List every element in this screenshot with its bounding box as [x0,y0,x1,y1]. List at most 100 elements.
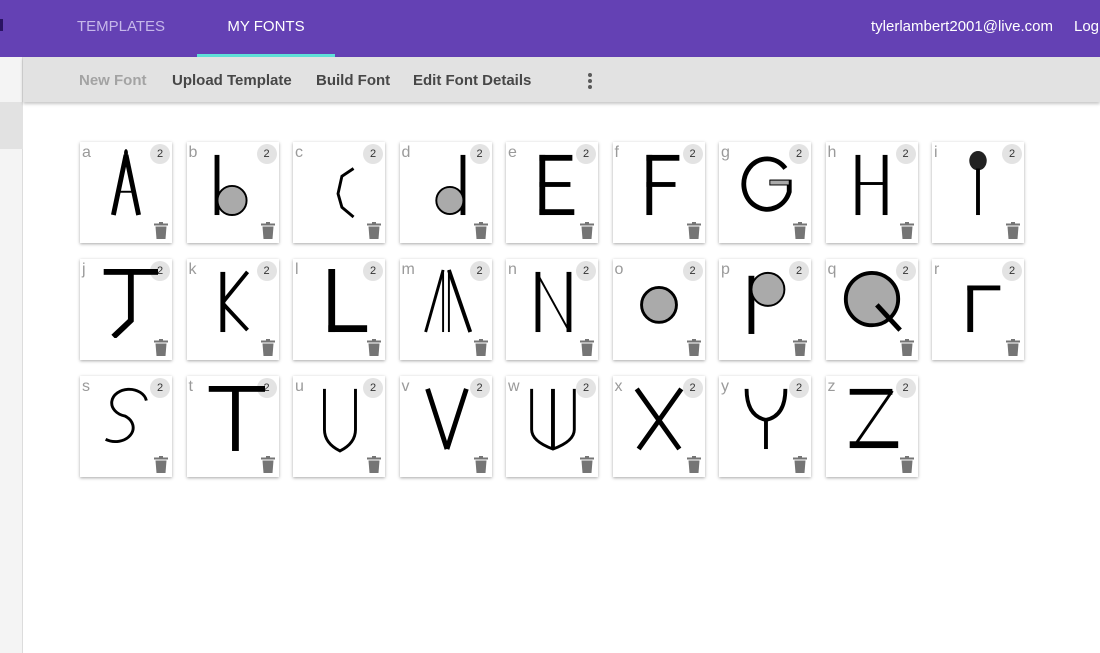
delete-icon[interactable] [260,339,275,356]
build-font-button[interactable]: Build Font [316,57,390,105]
glyph-label: i [934,144,938,161]
delete-icon[interactable] [473,456,488,473]
glyph-image-t [208,386,265,451]
delete-icon[interactable] [260,222,275,239]
glyph-label: h [827,144,837,161]
glyph-image-z [849,388,898,449]
more-vert-icon[interactable] [581,72,599,90]
glyph-grid: a2b2c2d2e2f2g2h2i2 j2k2l2m2n2o2p2q2r2 s2t2… [80,142,1040,482]
glyph-card-l[interactable]: l2 [293,259,385,360]
glyph-card-c[interactable]: c2 [293,142,385,243]
logout-link[interactable]: Log [1074,0,1099,54]
new-font-button[interactable]: New Font [79,57,147,105]
glyph-image-e [539,154,575,216]
tab-my-fonts-label: MY FONTS [227,18,305,35]
glyph-card-g[interactable]: g2 [719,142,811,243]
tab-templates[interactable]: TEMPLATES [60,0,182,57]
glyph-card-o[interactable]: o2 [612,259,705,360]
delete-icon[interactable] [899,339,914,356]
glyph-label: l [295,261,299,278]
glyph-card-q[interactable]: q2 [825,259,918,360]
glyph-card-u[interactable]: u2 [293,376,385,477]
delete-icon[interactable] [154,222,168,239]
glyph-image-v [424,388,469,450]
glyph-card-n[interactable]: n2 [506,259,598,360]
glyph-image-c [336,167,355,219]
delete-icon[interactable] [793,456,807,473]
delete-icon[interactable] [367,456,381,473]
glyph-card-d[interactable]: d2 [399,142,492,243]
glyph-label: k [188,261,197,278]
glyph-label: y [721,378,729,395]
tab-my-fonts[interactable]: MY FONTS [197,0,335,57]
glyph-image-n [535,271,572,333]
delete-icon[interactable] [899,456,914,473]
delete-icon[interactable] [899,222,914,239]
glyph-image-s [104,387,148,444]
glyph-label: n [508,261,517,278]
app-bar: TEMPLATES MY FONTS tylerlambert2001@live… [0,0,1100,57]
glyph-image-i [969,151,987,216]
upload-template-button[interactable]: Upload Template [172,57,292,105]
glyph-label: r [934,261,940,278]
glyph-image-x [634,387,683,451]
delete-icon[interactable] [367,339,381,356]
side-nav-selected-item[interactable] [0,102,23,149]
edit-font-details-button[interactable]: Edit Font Details [413,57,531,105]
glyph-card-k[interactable]: k2 [186,259,279,360]
glyph-card-a[interactable]: a2 [80,142,172,243]
glyph-image-f [645,154,679,216]
glyph-image-m [423,269,472,333]
delete-icon[interactable] [686,222,701,239]
glyph-card-z[interactable]: z2 [825,376,918,477]
glyph-image-w [530,388,576,451]
delete-icon[interactable] [473,339,488,356]
glyph-label: e [508,144,517,161]
glyph-label: g [721,144,730,161]
toolbar: New Font Upload Template Build Font Edit… [23,57,1100,102]
delete-icon[interactable] [1006,339,1020,356]
glyph-label: s [82,378,90,395]
glyph-card-y[interactable]: y2 [719,376,811,477]
glyph-card-e[interactable]: e2 [506,142,598,243]
glyph-card-f[interactable]: f2 [612,142,705,243]
glyph-label: j [82,261,86,278]
delete-icon[interactable] [686,339,701,356]
glyph-label: u [295,378,304,395]
user-email: tylerlambert2001@live.com [871,18,1053,35]
glyph-card-p[interactable]: p2 [719,259,811,360]
delete-icon[interactable] [1006,222,1020,239]
glyph-card-s[interactable]: s2 [80,376,172,477]
glyph-card-j[interactable]: j2 [80,259,172,360]
glyph-image-o [639,285,678,324]
glyph-card-t[interactable]: t2 [186,376,279,477]
delete-icon[interactable] [154,339,168,356]
delete-icon[interactable] [367,222,381,239]
delete-icon[interactable] [580,339,594,356]
delete-icon[interactable] [154,456,168,473]
delete-icon[interactable] [793,339,807,356]
glyph-label: o [614,261,624,278]
glyph-card-v[interactable]: v2 [399,376,492,477]
glyph-image-p [748,271,786,334]
glyph-card-x[interactable]: x2 [612,376,705,477]
delete-icon[interactable] [580,222,594,239]
delete-icon[interactable] [580,456,594,473]
glyph-card-m[interactable]: m2 [399,259,492,360]
glyph-card-h[interactable]: h2 [825,142,918,243]
glyph-label: p [721,261,730,278]
glyph-image-l [328,269,368,333]
glyph-card-b[interactable]: b2 [186,142,279,243]
delete-icon[interactable] [473,222,488,239]
glyph-card-i[interactable]: i2 [932,142,1024,243]
delete-icon[interactable] [260,456,275,473]
glyph-image-y [744,388,788,450]
glyph-card-r[interactable]: r2 [932,259,1024,360]
delete-icon[interactable] [793,222,807,239]
app-logo-fragment [0,19,3,31]
glyph-image-r [967,285,1001,333]
glyph-image-j [103,269,158,338]
delete-icon[interactable] [686,456,701,473]
glyph-label: t [188,378,193,395]
glyph-card-w[interactable]: w2 [506,376,598,477]
